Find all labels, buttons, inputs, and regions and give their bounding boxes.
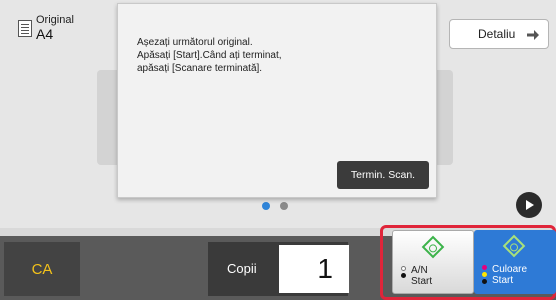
copy-screen: Original A4 Detaliu Așezați următorul or… bbox=[0, 0, 556, 300]
arrow-right-icon bbox=[527, 30, 539, 40]
bw-start-line2: Start bbox=[411, 276, 433, 287]
page-dot bbox=[280, 202, 288, 210]
original-size: A4 bbox=[36, 26, 54, 42]
color-start-button[interactable]: Culoare Start bbox=[474, 230, 556, 294]
dialog-message: Așezați următorul original. Apăsați [Sta… bbox=[137, 36, 427, 75]
color-start-line1: Culoare bbox=[492, 264, 528, 275]
bw-indicator-icon bbox=[401, 266, 406, 278]
detail-button[interactable]: Detaliu bbox=[449, 19, 549, 49]
document-icon bbox=[18, 20, 32, 37]
scan-dialog: Așezați următorul original. Apăsați [Sta… bbox=[117, 3, 437, 198]
clear-all-button[interactable]: CA bbox=[4, 242, 80, 296]
next-page-icon[interactable] bbox=[516, 192, 542, 218]
page-dot-active bbox=[262, 202, 270, 210]
start-icon bbox=[421, 235, 445, 259]
dialog-line-3: apăsați [Scanare terminată]. bbox=[137, 63, 263, 74]
original-label: Original bbox=[36, 14, 74, 26]
dialog-line-1: Așezați următorul original. bbox=[137, 37, 253, 48]
finish-scan-button[interactable]: Termin. Scan. bbox=[337, 161, 429, 189]
start-icon bbox=[502, 234, 526, 258]
copies-label: Copii bbox=[227, 261, 257, 276]
detail-button-label: Detaliu bbox=[478, 27, 516, 41]
page-indicator bbox=[262, 202, 288, 210]
dialog-line-2: Apăsați [Start].Când ați terminat, bbox=[137, 50, 282, 61]
color-start-line2: Start bbox=[492, 275, 514, 286]
original-setting[interactable]: Original A4 bbox=[18, 14, 74, 42]
bw-start-line1: A/N bbox=[411, 265, 428, 276]
bw-start-button[interactable]: A/N Start bbox=[392, 230, 474, 294]
color-indicator-icon bbox=[482, 265, 487, 284]
copies-input[interactable]: 1 bbox=[279, 245, 349, 293]
